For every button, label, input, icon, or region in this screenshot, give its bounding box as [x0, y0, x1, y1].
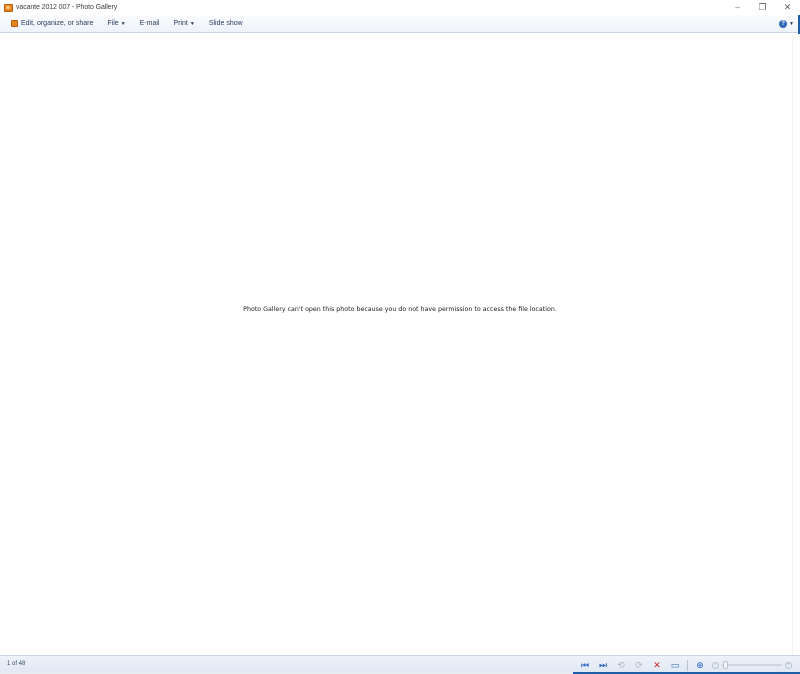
rotate-left-icon[interactable]: ⟲: [612, 658, 630, 672]
zoom-in-icon[interactable]: +: [785, 661, 792, 669]
error-message: Photo Gallery can't open this photo beca…: [243, 306, 557, 313]
close-button[interactable]: ✕: [775, 0, 800, 15]
photo-gallery-icon: [4, 3, 13, 12]
command-bar: Edit, organize, or share File ▼ E-mail P…: [0, 15, 800, 33]
viewer-edge: [792, 34, 793, 655]
window-title: vacante 2012 007 - Photo Gallery: [16, 4, 118, 11]
rotate-right-icon[interactable]: ⟳: [630, 658, 648, 672]
title-bar: vacante 2012 007 - Photo Gallery – ❐ ✕: [0, 0, 800, 15]
slide-show-button[interactable]: Slide show: [202, 15, 250, 33]
navigation-controls: ⏮ ⏭ ⟲ ⟳ ✕ ▭ ⊕: [576, 658, 709, 672]
chevron-down-icon: ▼: [120, 20, 126, 27]
previous-icon[interactable]: ⏮: [576, 658, 594, 672]
zoom-thumb[interactable]: [723, 661, 728, 669]
restore-button[interactable]: ❐: [750, 0, 775, 15]
email-button[interactable]: E-mail: [133, 15, 167, 33]
slide-show-label: Slide show: [208, 20, 243, 27]
file-menu-label: File: [107, 20, 119, 27]
window-controls: – ❐ ✕: [725, 0, 800, 15]
next-icon[interactable]: ⏭: [594, 658, 612, 672]
help-menu[interactable]: ? ▼: [779, 15, 794, 33]
print-menu-label: Print: [173, 20, 188, 27]
chevron-down-icon: ▼: [789, 21, 794, 27]
minimize-button[interactable]: –: [725, 0, 750, 15]
actual-size-icon[interactable]: ⊕: [691, 658, 709, 672]
divider: [687, 659, 688, 671]
zoom-out-icon[interactable]: −: [712, 661, 719, 669]
zoom-track[interactable]: [722, 661, 782, 669]
photo-viewer[interactable]: [0, 34, 800, 655]
delete-icon[interactable]: ✕: [648, 658, 666, 672]
photo-gallery-icon: [11, 20, 18, 27]
edit-organize-share-label: Edit, organize, or share: [21, 20, 94, 27]
edit-organize-share-button[interactable]: Edit, organize, or share: [0, 15, 100, 33]
slideshow-icon[interactable]: ▭: [666, 658, 684, 672]
photo-counter: 1 of 48: [7, 661, 26, 667]
help-icon: ?: [779, 20, 788, 28]
email-label: E-mail: [139, 20, 160, 27]
file-menu[interactable]: File ▼: [100, 15, 132, 33]
print-menu[interactable]: Print ▼: [166, 15, 201, 33]
zoom-slider[interactable]: − +: [712, 660, 792, 670]
chevron-down-icon: ▼: [189, 20, 195, 27]
